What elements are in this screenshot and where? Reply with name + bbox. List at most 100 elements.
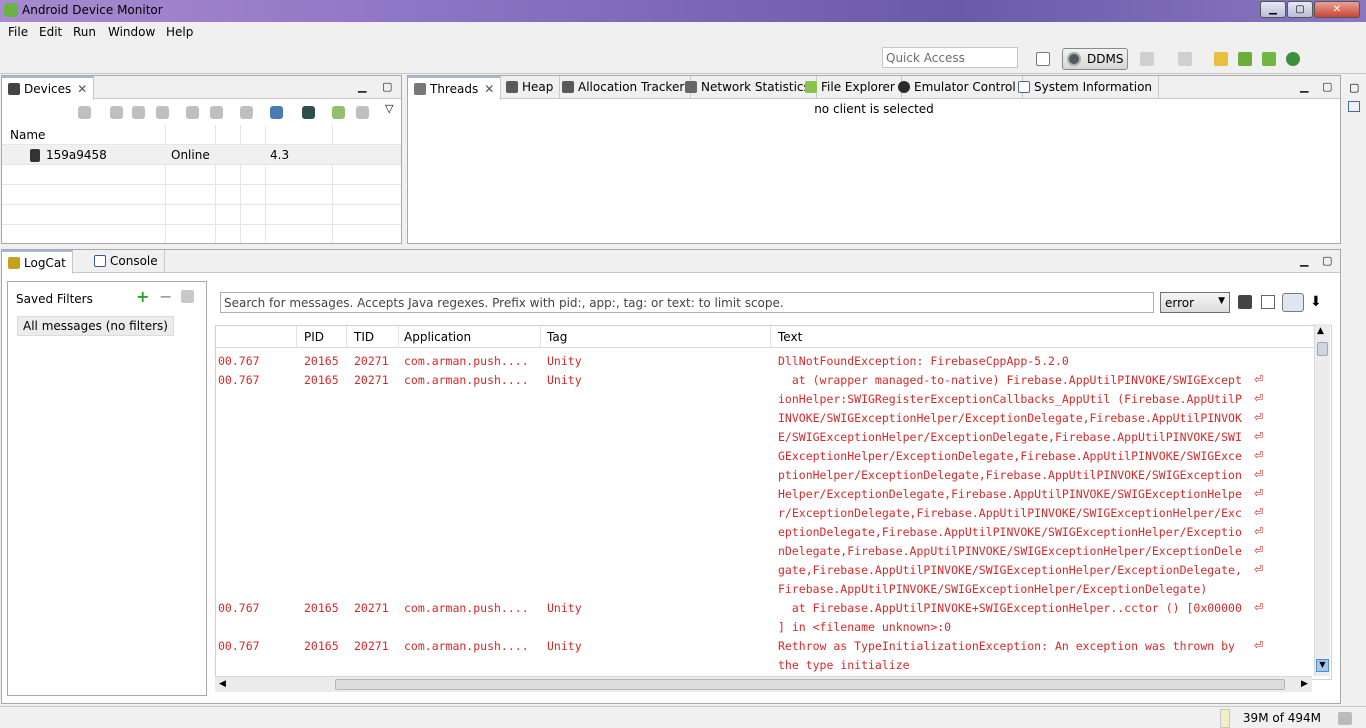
vertical-scroll-thumb[interactable] [1317, 342, 1328, 356]
systrace-icon[interactable] [332, 106, 345, 119]
virtual-device-icon[interactable] [1286, 52, 1300, 66]
close-tab-icon[interactable]: ✕ [77, 82, 87, 96]
scroll-left-icon[interactable]: ◀ [219, 679, 226, 689]
logcat-search-input[interactable]: Search for messages. Accepts Java regexe… [220, 292, 1154, 313]
filter-all-messages[interactable]: All messages (no filters) [17, 316, 174, 336]
update-threads-icon[interactable] [186, 106, 199, 119]
system-info-icon[interactable] [1348, 101, 1360, 112]
toggle-filters-icon[interactable] [1282, 293, 1304, 312]
log-level-select[interactable]: error ▼ [1160, 292, 1230, 313]
gc-trash-icon[interactable] [1338, 712, 1352, 725]
quick-access-input[interactable]: Quick Access [882, 47, 1018, 68]
scroll-right-icon[interactable]: ▶ [1301, 679, 1308, 689]
close-tab-icon[interactable]: ✕ [484, 82, 494, 96]
opengl-trace-icon[interactable] [356, 106, 369, 119]
log-text-line[interactable]: ptionHelper/ExceptionDelegate,Firebase.A… [778, 468, 1242, 482]
maximize-panel-icon[interactable]: ▢ [1322, 254, 1332, 267]
device-row[interactable]: 159a9458 Online 4.3 [2, 145, 401, 165]
method-profiling-icon[interactable] [210, 106, 223, 119]
tab-system-information[interactable]: System Information [1012, 76, 1160, 99]
heap-icon [506, 81, 518, 93]
log-text-line[interactable]: r/ExceptionDelegate,Firebase.AppUtilPINV… [778, 506, 1242, 520]
column-header-text[interactable]: Text [778, 330, 802, 344]
tab-heap[interactable]: Heap [500, 76, 561, 99]
log-vertical-scrollbar[interactable]: ▲ ▼ [1314, 324, 1330, 676]
maximize-button[interactable]: ▢ [1287, 1, 1313, 18]
log-text-line[interactable]: GExceptionHelper/ExceptionDelegate,Fireb… [778, 449, 1242, 463]
log-tag: Unity [547, 601, 582, 615]
download-icon[interactable] [1238, 52, 1252, 66]
cause-gc-icon[interactable] [156, 106, 169, 119]
tab-threads[interactable]: Threads ✕ [408, 76, 502, 100]
menu-window[interactable]: Window [108, 25, 155, 39]
minimize-panel-icon[interactable]: ▁ [1300, 254, 1308, 267]
log-tag: Unity [547, 354, 582, 368]
android-sdk-icon[interactable] [1262, 52, 1276, 66]
minimize-panel-icon[interactable]: ▁ [1300, 80, 1308, 93]
tab-allocation-tracker[interactable]: Allocation Tracker [556, 76, 692, 99]
scroll-lock-icon[interactable]: ⬇ [1310, 294, 1322, 310]
close-button[interactable]: ✕ [1314, 1, 1360, 18]
save-icon[interactable] [1238, 295, 1252, 309]
log-text-line[interactable]: gate,Firebase.AppUtilPINVOKE/SWIGExcepti… [778, 563, 1242, 577]
log-text-line[interactable]: the type initialize [778, 658, 910, 672]
minimize-button[interactable]: ▁ [1260, 1, 1286, 18]
view-menu-icon[interactable]: ▽ [385, 102, 393, 115]
maximize-panel-icon[interactable]: ▢ [1322, 80, 1332, 93]
open-perspective-icon[interactable] [1036, 52, 1050, 66]
column-header-tid[interactable]: TID [354, 330, 374, 344]
memory-status[interactable]: 39M of 494M [1229, 709, 1329, 728]
menu-help[interactable]: Help [166, 25, 193, 39]
log-level-value: error [1165, 296, 1195, 310]
menu-file[interactable]: File [8, 25, 28, 39]
tab-devices[interactable]: Devices ✕ [2, 76, 95, 100]
log-text-line[interactable]: DllNotFoundException: FirebaseCppApp-5.2… [778, 354, 1069, 368]
ddms-perspective-button[interactable]: DDMS [1062, 48, 1128, 70]
back-icon[interactable] [1214, 52, 1228, 66]
menu-run[interactable]: Run [73, 25, 96, 39]
log-text-line[interactable]: eptionDelegate,Firebase.AppUtilPINVOKE/S… [778, 525, 1242, 539]
scroll-up-icon[interactable]: ▲ [1317, 326, 1324, 336]
chevron-down-icon: ▼ [1218, 296, 1225, 306]
column-header-name[interactable]: Name [10, 128, 45, 142]
log-text-line[interactable]: E/SWIGExceptionHelper/ExceptionDelegate,… [778, 430, 1242, 444]
menu-edit[interactable]: Edit [39, 25, 62, 39]
debug-process-icon[interactable] [78, 106, 91, 119]
edit-filter-icon[interactable] [181, 290, 194, 303]
tab-emulator-control[interactable]: Emulator Control [892, 76, 1023, 99]
log-text-line[interactable]: Rethrow as TypeInitializationException: … [778, 639, 1235, 653]
column-header-pid[interactable]: PID [304, 330, 324, 344]
scroll-down-icon[interactable]: ▼ [1316, 659, 1329, 672]
dump-view-hierarchy-icon[interactable] [302, 106, 315, 119]
update-heap-icon[interactable] [110, 106, 123, 119]
horizontal-scroll-thumb[interactable] [335, 679, 1285, 690]
tab-logcat[interactable]: LogCat [2, 250, 73, 274]
log-text-line[interactable]: Firebase.AppUtilPINVOKE/SWIGExceptionHel… [778, 582, 1207, 596]
column-header-application[interactable]: Application [404, 330, 471, 344]
log-text-line[interactable]: at Firebase.AppUtilPINVOKE+SWIGException… [778, 601, 1242, 615]
screen-capture-icon[interactable] [270, 106, 283, 119]
tab-console[interactable]: Console [88, 250, 165, 273]
log-text-line[interactable]: Helper/ExceptionDelegate,Firebase.AppUti… [778, 487, 1242, 501]
tab-network-statistics[interactable]: Network Statistics [679, 76, 817, 99]
log-text-line[interactable]: ] in <filename unknown>:0 [778, 620, 951, 634]
log-text-line[interactable]: INVOKE/SWIGExceptionHelper/ExceptionDele… [778, 411, 1242, 425]
tab-file-explorer[interactable]: File Explorer [799, 76, 902, 99]
clear-log-icon[interactable] [1261, 295, 1275, 309]
log-text-line[interactable]: at (wrapper managed-to-native) Firebase.… [778, 373, 1242, 387]
remove-filter-icon[interactable]: − [159, 287, 172, 306]
minimize-panel-icon[interactable]: ▁ [358, 80, 366, 93]
stop-process-icon[interactable] [240, 106, 253, 119]
column-header-tag[interactable]: Tag [547, 330, 567, 344]
add-filter-icon[interactable]: + [136, 287, 149, 306]
debug-icon[interactable] [1140, 52, 1154, 66]
log-text-line[interactable]: nDelegate,Firebase.AppUtilPINVOKE/SWIGEx… [778, 544, 1242, 558]
empty-row [2, 205, 401, 225]
maximize-icon[interactable]: ▢ [1349, 81, 1359, 94]
maximize-panel-icon[interactable]: ▢ [382, 80, 392, 93]
ddms-label: DDMS [1087, 52, 1124, 66]
dump-hprof-icon[interactable] [132, 106, 145, 119]
log-horizontal-scrollbar[interactable]: ◀ ▶ [215, 676, 1312, 692]
log-text-line[interactable]: ionHelper:SWIGRegisterExceptionCallbacks… [778, 392, 1242, 406]
run-icon[interactable] [1178, 52, 1192, 66]
